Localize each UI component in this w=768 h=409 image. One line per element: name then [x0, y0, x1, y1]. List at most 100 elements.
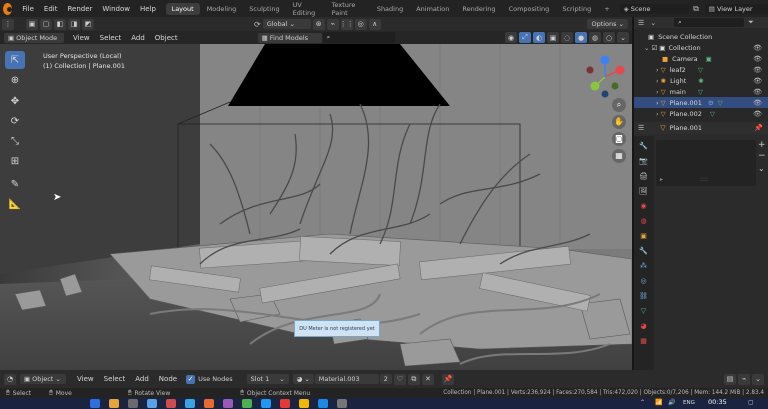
slot-dropdown[interactable]: Slot 1 ⌄ — [246, 374, 289, 384]
tab-compositing[interactable]: Compositing — [503, 3, 556, 15]
tab-modeling[interactable]: Modeling — [201, 3, 243, 15]
eye-icon[interactable]: 👁 — [753, 66, 762, 74]
menu-select[interactable]: Select — [95, 34, 127, 42]
clock[interactable]: 00:35 — [708, 398, 727, 406]
shading-options-icon[interactable]: ⌄ — [617, 32, 629, 43]
snap-target-icon[interactable]: ⋮⋮ — [340, 18, 354, 30]
scale-tool-icon[interactable]: ⤡ — [5, 132, 25, 150]
xray-icon[interactable]: ▣ — [547, 32, 559, 43]
tool-tab-icon[interactable]: 🔧 — [638, 140, 649, 151]
taskbar-app-icon[interactable] — [223, 399, 233, 408]
menu-file[interactable]: File — [17, 5, 39, 13]
annotate-tool-icon[interactable]: ✎ — [5, 175, 25, 193]
tab-sculpting[interactable]: Sculpting — [243, 3, 285, 15]
data-tab-icon[interactable]: ▽ — [638, 305, 649, 316]
volume-icon[interactable]: 🔊 — [668, 399, 675, 406]
system-tray-icon[interactable]: ⌃ — [640, 399, 645, 406]
transform-orientation-dropdown[interactable]: Global ⌄ — [262, 19, 311, 29]
material-shading-icon[interactable]: ◍ — [589, 32, 601, 43]
taskbar-app-icon[interactable] — [185, 399, 195, 408]
material-tab-icon[interactable]: ◕ — [638, 320, 649, 331]
menu-add[interactable]: Add — [126, 34, 150, 42]
expand-chevron-icon[interactable]: ⌄ — [644, 44, 649, 52]
expand-chevron-icon[interactable]: › — [656, 99, 659, 107]
outliner-item-leaf2[interactable]: › ▽ leaf2 ▽ 👁 — [634, 64, 768, 75]
eye-icon[interactable]: 👁 — [753, 55, 762, 63]
snap-mode-icon[interactable]: ⌄ — [752, 373, 764, 385]
menu-render[interactable]: Render — [62, 5, 97, 13]
duplicate-icon[interactable]: ⧉ — [407, 373, 420, 385]
physics-tab-icon[interactable]: ◎ — [638, 275, 649, 286]
pin-icon[interactable]: 📌 — [441, 373, 454, 385]
object-mode-dropdown[interactable]: ▣ Object Mode — [4, 32, 64, 43]
pin-icon[interactable]: 📌 — [754, 124, 763, 132]
outliner-item-camera[interactable]: ■ Camera ▣ 👁 — [634, 53, 768, 64]
move-tool-icon[interactable]: ✥ — [5, 92, 25, 110]
remove-slot-icon[interactable]: − — [758, 151, 766, 162]
overlay-icon[interactable]: ◐ — [533, 32, 545, 43]
render-tab-icon[interactable]: 📷 — [638, 155, 649, 166]
modifier-tab-icon[interactable]: 🔧 — [638, 245, 649, 256]
add-slot-icon[interactable]: + — [758, 140, 766, 151]
texture-tab-icon[interactable]: ▦ — [638, 335, 649, 346]
taskbar-app-icon[interactable] — [166, 399, 176, 408]
snap-icon[interactable]: ⌁ — [738, 373, 750, 385]
outliner-item-plane-002[interactable]: › ▽ Plane.002 ▽ 👁 — [634, 108, 768, 119]
select-intersect-icon[interactable]: ◩ — [82, 18, 94, 30]
tab-animation[interactable]: Animation — [410, 3, 455, 15]
expand-chevron-icon[interactable]: › — [656, 110, 659, 118]
taskbar-app-icon[interactable] — [280, 399, 290, 408]
output-tab-icon[interactable]: 🖨 — [638, 170, 649, 181]
rendered-shading-icon[interactable]: ○ — [603, 32, 615, 43]
measure-tool-icon[interactable]: 📐 — [5, 195, 25, 213]
find-models-search-input[interactable]: ⌕ — [322, 32, 395, 43]
blender-logo-icon[interactable] — [3, 2, 13, 15]
tab-texture-paint[interactable]: Texture Paint — [326, 0, 370, 19]
taskbar-app-icon[interactable] — [299, 399, 309, 408]
editor-type-icon[interactable]: ◔ — [4, 373, 16, 385]
user-count-button[interactable]: 2 — [379, 374, 392, 384]
shader-type-dropdown[interactable]: ▣ Object ⌄ — [20, 374, 66, 384]
pivot-icon[interactable]: ⊛ — [312, 18, 325, 30]
outliner-item-light[interactable]: › ✺ Light ✺ 👁 — [634, 75, 768, 86]
pan-icon[interactable]: ✋ — [612, 115, 626, 129]
solid-shading-icon[interactable]: ● — [575, 32, 587, 43]
expand-chevron-icon[interactable]: › — [656, 88, 659, 96]
taskbar-app-icon[interactable] — [109, 399, 119, 408]
scene-tab-icon[interactable]: ◉ — [638, 200, 649, 211]
list-resize-grip[interactable]: :::: — [700, 176, 708, 183]
taskbar-app-icon[interactable] — [242, 399, 252, 408]
taskbar-app-icon[interactable] — [261, 399, 271, 408]
outliner-editor-icon[interactable]: ☰ — [638, 19, 644, 27]
expand-chevron-icon[interactable]: › — [656, 77, 659, 85]
filter-icon[interactable]: ⌄ — [650, 19, 656, 27]
gizmo-toggle-icon[interactable]: ⤢ — [519, 32, 531, 43]
outliner-item-main[interactable]: › ▽ main ▽ 👁 — [634, 86, 768, 97]
select-subtract-icon[interactable]: ◧ — [54, 18, 66, 30]
visibility-icon[interactable]: ◉ — [505, 32, 517, 43]
select-tool-icon[interactable]: ⇱ — [5, 51, 25, 69]
backdrop-icon[interactable]: ▤ — [724, 373, 736, 385]
add-workspace-button[interactable]: + — [598, 3, 615, 15]
taskbar-app-icon[interactable] — [90, 399, 100, 408]
fake-user-icon[interactable]: ♡ — [393, 373, 406, 385]
camera-view-icon[interactable]: ◙ — [612, 132, 626, 146]
menu-view[interactable]: View — [72, 375, 99, 383]
language-indicator[interactable]: ENG — [683, 400, 695, 406]
properties-editor-icon[interactable]: ☰ — [638, 124, 644, 132]
tab-layout[interactable]: Layout — [165, 2, 200, 15]
slot-menu-icon[interactable]: ⌄ — [758, 162, 766, 175]
unlink-icon[interactable]: ✕ — [421, 373, 434, 385]
find-models-button[interactable]: ▦ Find Models — [257, 32, 322, 43]
zoom-icon[interactable]: ⌕ — [612, 98, 626, 112]
taskbar-app-icon[interactable] — [318, 399, 328, 408]
editor-type-icon[interactable]: ⋮ — [2, 18, 14, 30]
3d-viewport[interactable]: ⇱ ⊕ ✥ ⟳ ⤡ ⊞ ✎ 📐 User Perspective (Local)… — [0, 44, 632, 370]
chevron-right-icon[interactable]: ▸ — [660, 176, 663, 183]
tab-shading[interactable]: Shading — [371, 3, 409, 15]
taskbar-app-icon[interactable] — [204, 399, 214, 408]
proportional-edit-icon[interactable]: ◎ — [354, 18, 367, 30]
scene-browse-icon[interactable]: ⧉ — [693, 4, 699, 14]
transform-tool-icon[interactable]: ⊞ — [5, 152, 25, 170]
snap-icon[interactable]: ⌁ — [326, 18, 339, 30]
